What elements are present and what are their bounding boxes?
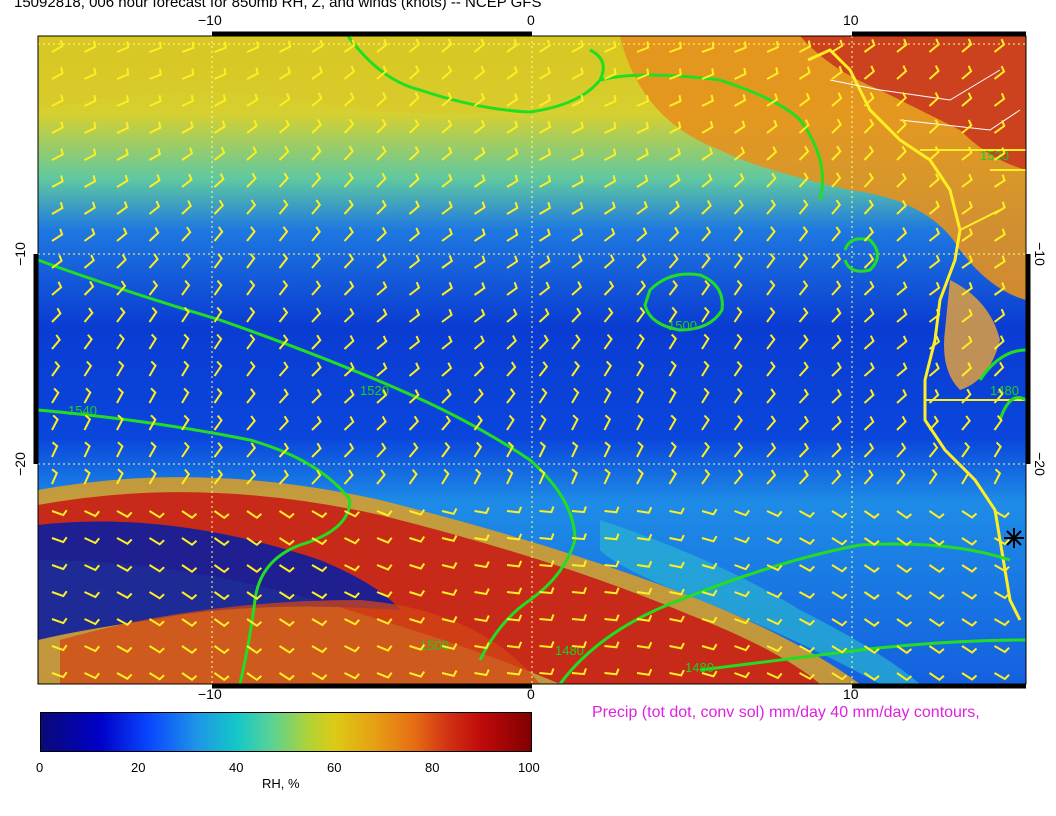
y-tick-left: −20 [11, 452, 28, 476]
x-tick-bottom: 0 [527, 686, 535, 702]
station-marker [1004, 528, 1024, 548]
colorbar-tick: 60 [327, 760, 342, 775]
x-tick-top: 0 [527, 12, 535, 28]
contour-label: 1480 [685, 660, 714, 675]
colorbar-tick: 80 [425, 760, 440, 775]
x-tick-top: 10 [843, 12, 859, 28]
y-tick-left: −10 [11, 242, 28, 266]
contour-label: 1480 [990, 383, 1019, 398]
contour-label: 1500 [668, 318, 697, 333]
contour-label: 1540 [68, 403, 97, 418]
colorbar-label: RH, % [262, 776, 300, 791]
x-tick-bottom: 10 [843, 686, 859, 702]
colorbar-tick: 100 [518, 760, 540, 775]
colorbar-tick: 20 [131, 760, 146, 775]
rh-colorbar [40, 712, 532, 752]
colorbar-tick: 0 [36, 760, 44, 775]
contour-label: 1480 [555, 643, 584, 658]
colorbar-tick: 40 [229, 760, 244, 775]
x-tick-bottom: −10 [198, 686, 222, 702]
rh-map: 1500 1520 1540 1520 1480 1500 1480 1480 [33, 31, 1031, 689]
map-panel: 1500 1520 1540 1520 1480 1500 1480 1480 [0, 0, 1056, 702]
contour-label: 1520 [980, 148, 1009, 163]
x-tick-top: −10 [198, 12, 222, 28]
y-tick-right: −10 [1031, 242, 1048, 266]
y-tick-right: −20 [1031, 452, 1048, 476]
precip-note: Precip (tot dot, conv sol) mm/day 40 mm/… [592, 704, 980, 721]
